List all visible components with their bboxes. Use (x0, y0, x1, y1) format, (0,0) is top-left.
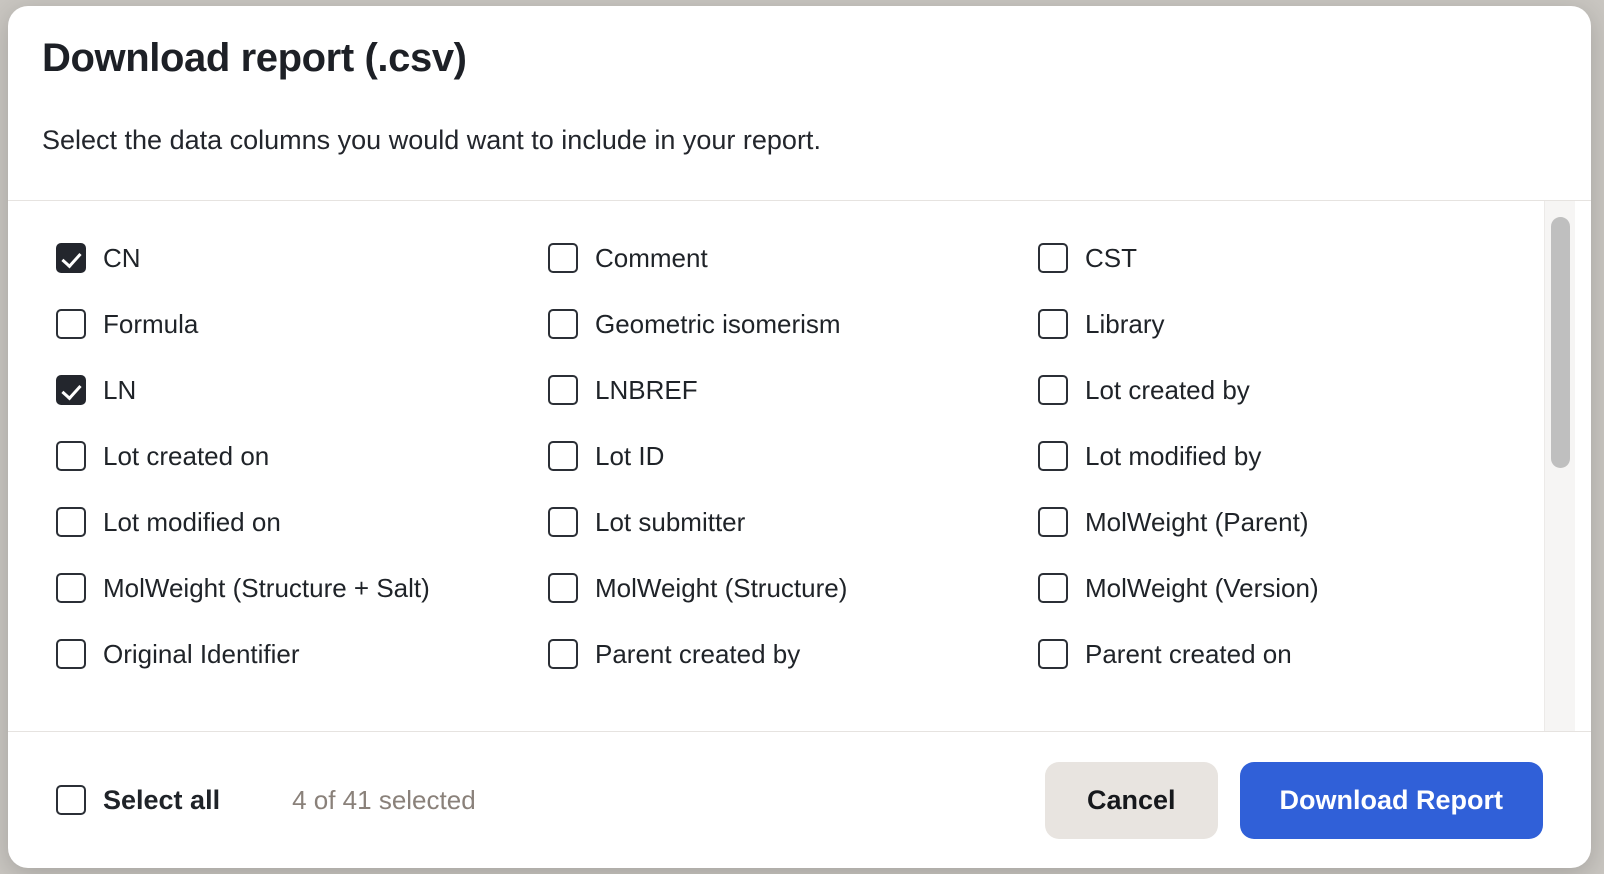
column-option-label: LN (103, 377, 136, 403)
column-list-scroll-area[interactable]: CN Formula LN Lot created on Lot modified on… (8, 201, 1591, 731)
checkbox-column-3: CST Library Lot created by Lot modified by M… (1038, 225, 1591, 687)
checkbox-unchecked-icon[interactable] (548, 573, 578, 603)
checkbox-checked-icon[interactable] (56, 375, 86, 405)
column-option-label: Lot modified on (103, 509, 281, 535)
column-option-row[interactable]: Lot ID (548, 423, 1038, 489)
dialog-footer: Select all 4 of 41 selected Cancel Downl… (8, 732, 1591, 868)
column-option-row[interactable]: CN (56, 225, 548, 291)
checkbox-unchecked-icon[interactable] (548, 441, 578, 471)
checkbox-unchecked-icon[interactable] (548, 507, 578, 537)
dialog-title: Download report (.csv) (42, 36, 1557, 80)
column-option-row[interactable]: Lot created on (56, 423, 548, 489)
column-option-row[interactable]: MolWeight (Parent) (1038, 489, 1591, 555)
column-option-label: Lot created on (103, 443, 269, 469)
column-option-label: Lot modified by (1085, 443, 1261, 469)
column-option-label: Parent created by (595, 641, 800, 667)
column-option-label: Formula (103, 311, 198, 337)
column-option-row[interactable]: CST (1038, 225, 1591, 291)
checkbox-column-1: CN Formula LN Lot created on Lot modified on… (56, 225, 548, 687)
column-option-label: MolWeight (Structure) (595, 575, 847, 601)
checkbox-unchecked-icon[interactable] (1038, 243, 1068, 273)
column-option-row[interactable]: MolWeight (Version) (1038, 555, 1591, 621)
checkbox-unchecked-icon[interactable] (1038, 309, 1068, 339)
checkbox-unchecked-icon[interactable] (56, 507, 86, 537)
select-all-group[interactable]: Select all 4 of 41 selected (56, 785, 476, 816)
column-option-row[interactable]: Comment (548, 225, 1038, 291)
column-option-label: Lot ID (595, 443, 664, 469)
column-option-label: MolWeight (Structure + Salt) (103, 575, 430, 601)
cancel-button[interactable]: Cancel (1045, 762, 1218, 839)
column-option-label: Original Identifier (103, 641, 300, 667)
checkbox-unchecked-icon[interactable] (1038, 573, 1068, 603)
download-report-dialog: Download report (.csv) Select the data c… (8, 6, 1591, 868)
column-option-row[interactable]: Parent created by (548, 621, 1038, 687)
column-option-row[interactable]: Lot created by (1038, 357, 1591, 423)
download-report-button[interactable]: Download Report (1240, 762, 1544, 839)
checkbox-column-2: Comment Geometric isomerism LNBREF Lot ID Lo… (548, 225, 1038, 687)
column-option-label: Comment (595, 245, 708, 271)
column-option-label: Lot created by (1085, 377, 1250, 403)
checkbox-unchecked-icon[interactable] (1038, 441, 1068, 471)
column-option-row[interactable]: Lot modified by (1038, 423, 1591, 489)
checkbox-unchecked-icon[interactable] (1038, 375, 1068, 405)
vertical-scrollbar-track[interactable] (1544, 201, 1575, 731)
checkbox-checked-icon[interactable] (56, 243, 86, 273)
column-option-row[interactable]: Lot modified on (56, 489, 548, 555)
column-option-row[interactable]: Parent created on (1038, 621, 1591, 687)
column-option-row[interactable]: Geometric isomerism (548, 291, 1038, 357)
checkbox-unchecked-icon[interactable] (56, 309, 86, 339)
column-option-label: Library (1085, 311, 1164, 337)
column-option-label: MolWeight (Version) (1085, 575, 1319, 601)
column-option-row[interactable]: Original Identifier (56, 621, 548, 687)
column-option-row[interactable]: LN (56, 357, 548, 423)
column-option-label: CN (103, 245, 141, 271)
column-option-row[interactable]: Formula (56, 291, 548, 357)
checkbox-unchecked-icon[interactable] (548, 639, 578, 669)
column-option-row[interactable]: Lot submitter (548, 489, 1038, 555)
checkbox-unchecked-icon[interactable] (56, 573, 86, 603)
column-option-row[interactable]: MolWeight (Structure + Salt) (56, 555, 548, 621)
checkbox-unchecked-icon[interactable] (548, 243, 578, 273)
select-all-label: Select all (103, 785, 220, 816)
vertical-scrollbar-thumb[interactable] (1551, 217, 1570, 468)
checkbox-unchecked-icon[interactable] (1038, 507, 1068, 537)
column-option-label: Lot submitter (595, 509, 745, 535)
column-option-label: Geometric isomerism (595, 311, 841, 337)
select-all-checkbox[interactable] (56, 785, 86, 815)
column-option-row[interactable]: MolWeight (Structure) (548, 555, 1038, 621)
selected-count-text: 4 of 41 selected (292, 785, 476, 816)
checkbox-unchecked-icon[interactable] (56, 639, 86, 669)
checkbox-unchecked-icon[interactable] (56, 441, 86, 471)
column-option-label: LNBREF (595, 377, 698, 403)
checkbox-unchecked-icon[interactable] (548, 375, 578, 405)
dialog-subtitle: Select the data columns you would want t… (42, 124, 1557, 156)
checkbox-unchecked-icon[interactable] (548, 309, 578, 339)
column-checkbox-grid: CN Formula LN Lot created on Lot modified on… (8, 201, 1591, 705)
column-option-label: Parent created on (1085, 641, 1292, 667)
column-option-label: CST (1085, 245, 1137, 271)
checkbox-unchecked-icon[interactable] (1038, 639, 1068, 669)
dialog-header: Download report (.csv) Select the data c… (8, 6, 1591, 156)
column-option-row[interactable]: LNBREF (548, 357, 1038, 423)
column-option-row[interactable]: Library (1038, 291, 1591, 357)
column-option-label: MolWeight (Parent) (1085, 509, 1309, 535)
